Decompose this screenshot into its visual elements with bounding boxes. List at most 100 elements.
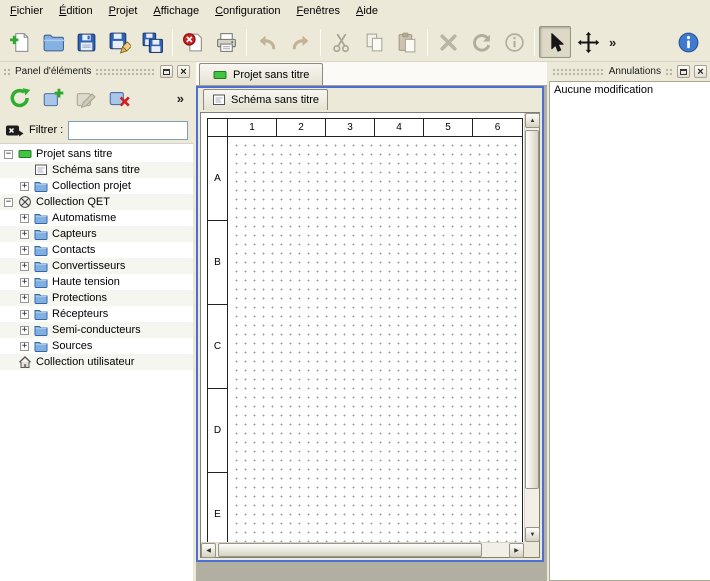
scroll-down-button[interactable]	[525, 527, 540, 542]
tree-item-sources[interactable]: Sources	[0, 338, 193, 354]
dock-grip[interactable]	[3, 68, 11, 76]
dock-close-button[interactable]	[694, 65, 707, 78]
project-window[interactable]: Schéma sans titre 1 2 3 4 5	[196, 86, 544, 562]
save-as-button[interactable]	[103, 26, 135, 58]
menu-edition[interactable]: Édition	[51, 0, 101, 23]
collapse-icon[interactable]	[4, 150, 13, 159]
tree-item-automatisme[interactable]: Automatisme	[0, 210, 193, 226]
delete-element-button[interactable]	[104, 83, 134, 113]
collapse-icon[interactable]	[4, 198, 13, 207]
tree-item-collection-projet[interactable]: Collection projet	[0, 178, 193, 194]
dock-grip[interactable]	[552, 68, 605, 76]
menu-projet[interactable]: Projet	[101, 0, 146, 23]
expand-icon[interactable]	[20, 246, 29, 255]
tree-item-label: Collection utilisateur	[36, 356, 134, 368]
collections-tree[interactable]: Projet sans titre Schéma sans titre Coll…	[0, 143, 193, 581]
scroll-right-button[interactable]	[509, 543, 524, 558]
tree-item-collection-utilisateur[interactable]: Collection utilisateur	[0, 354, 193, 370]
expand-icon[interactable]	[20, 278, 29, 287]
expand-icon[interactable]	[20, 214, 29, 223]
expand-icon[interactable]	[20, 326, 29, 335]
undo-history-root[interactable]: Aucune modification	[554, 84, 706, 96]
copy-button[interactable]	[358, 26, 390, 58]
selection-mode-button[interactable]	[539, 26, 571, 58]
undo-history-list[interactable]: Aucune modification	[549, 81, 710, 581]
tree-item-capteurs[interactable]: Capteurs	[0, 226, 193, 242]
expand-icon[interactable]	[20, 182, 29, 191]
pan-mode-button[interactable]	[572, 26, 604, 58]
vertical-scrollbar[interactable]	[524, 113, 539, 542]
elements-panel: Panel d'éléments » Filtrer : Projet sans…	[0, 62, 193, 581]
undo-panel-title: Annulations	[609, 66, 661, 77]
paste-button[interactable]	[391, 26, 423, 58]
menu-aide[interactable]: Aide	[348, 0, 386, 23]
edit-element-button[interactable]	[71, 83, 101, 113]
about-button[interactable]	[672, 26, 704, 58]
expand-icon[interactable]	[20, 342, 29, 351]
tree-item-contacts[interactable]: Contacts	[0, 242, 193, 258]
expand-icon[interactable]	[20, 230, 29, 239]
dock-grip[interactable]	[665, 68, 673, 76]
project-tab[interactable]: Projet sans titre	[199, 63, 323, 85]
tree-item-protections[interactable]: Protections	[0, 290, 193, 306]
tree-item-collection-qet[interactable]: Collection QET	[0, 194, 193, 210]
menu-affichage[interactable]: Affichage	[145, 0, 207, 23]
tree-item-schema-sans-titre[interactable]: Schéma sans titre	[0, 162, 193, 178]
filter-input[interactable]	[68, 121, 188, 140]
folder-icon	[34, 259, 48, 273]
save-all-button[interactable]	[136, 26, 168, 58]
cut-button[interactable]	[325, 26, 357, 58]
close-icon	[180, 66, 186, 78]
diagram-canvas[interactable]: 1 2 3 4 5 6 A B C D	[201, 113, 524, 542]
menu-fichier[interactable]: Fichier	[2, 0, 51, 23]
redo-button[interactable]	[284, 26, 316, 58]
menu-fenetres[interactable]: Fenêtres	[289, 0, 348, 23]
vscroll-thumb[interactable]	[525, 130, 539, 489]
tree-item-recepteurs[interactable]: Récepteurs	[0, 306, 193, 322]
open-project-button[interactable]	[37, 26, 69, 58]
new-project-button[interactable]	[4, 26, 36, 58]
delete-button[interactable]	[432, 26, 464, 58]
toolbar-overflow-button[interactable]: »	[605, 35, 620, 50]
save-button[interactable]	[70, 26, 102, 58]
edit-element-icon	[74, 86, 98, 110]
rotate-button[interactable]	[465, 26, 497, 58]
hscroll-thumb[interactable]	[218, 543, 482, 557]
undo-panel-titlebar[interactable]: Annulations	[549, 64, 710, 79]
tree-item-haute-tension[interactable]: Haute tension	[0, 274, 193, 290]
folder-icon	[34, 227, 48, 241]
element-info-button[interactable]	[498, 26, 530, 58]
tree-item-projet-sans-titre[interactable]: Projet sans titre	[0, 146, 193, 162]
folder-icon	[34, 243, 48, 257]
scroll-left-button[interactable]	[201, 543, 216, 558]
tree-item-semi-conducteurs[interactable]: Semi-conducteurs	[0, 322, 193, 338]
menu-configuration[interactable]: Configuration	[207, 0, 288, 23]
folder-icon	[34, 291, 48, 305]
save-all-icon	[141, 31, 164, 54]
panel-toolbar-overflow-button[interactable]: »	[173, 91, 188, 106]
row-header: A B C D E	[208, 137, 228, 542]
scroll-up-button[interactable]	[525, 113, 540, 128]
expand-icon[interactable]	[20, 294, 29, 303]
column-label: 6	[473, 119, 522, 136]
dock-grip[interactable]	[95, 68, 156, 76]
print-button[interactable]	[210, 26, 242, 58]
tree-item-convertisseurs[interactable]: Convertisseurs	[0, 258, 193, 274]
expand-icon[interactable]	[20, 262, 29, 271]
dock-float-button[interactable]	[677, 65, 690, 78]
dock-float-button[interactable]	[160, 65, 173, 78]
horizontal-scrollbar[interactable]	[201, 542, 524, 557]
elements-panel-titlebar[interactable]: Panel d'éléments	[0, 64, 193, 79]
reload-collections-button[interactable]	[5, 83, 35, 113]
undo-icon	[256, 31, 279, 54]
close-file-button[interactable]	[177, 26, 209, 58]
schema-tab[interactable]: Schéma sans titre	[203, 89, 328, 110]
redo-icon	[289, 31, 312, 54]
expand-icon[interactable]	[20, 310, 29, 319]
dock-close-button[interactable]	[177, 65, 190, 78]
undo-button[interactable]	[251, 26, 283, 58]
hscroll-track[interactable]	[216, 543, 509, 557]
clear-filter-icon[interactable]	[5, 122, 24, 139]
vscroll-track[interactable]	[525, 128, 539, 527]
new-element-button[interactable]	[38, 83, 68, 113]
